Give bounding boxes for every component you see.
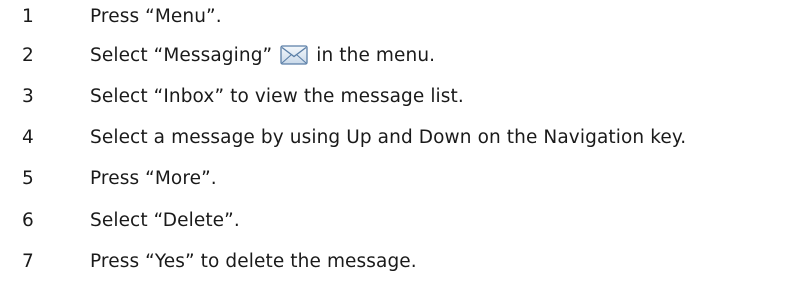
step-text: Press “Yes” to delete the message. (90, 250, 417, 272)
step-text: Select a message by using Up and Down on… (90, 126, 687, 148)
step-4: 4 Select a message by using Up and Down … (0, 122, 794, 152)
step-number: 2 (22, 44, 34, 66)
step-number: 7 (22, 250, 34, 272)
step-text-before: Select “Messaging” (90, 44, 273, 66)
step-3: 3 Select “Inbox” to view the message lis… (0, 81, 794, 111)
step-number: 6 (22, 209, 34, 231)
step-text: Select “Messaging” in the menu. (90, 45, 435, 66)
step-text: Press “More”. (90, 167, 217, 189)
step-7: 7 Press “Yes” to delete the message. (0, 246, 794, 276)
step-2: 2 Select “Messaging” in the menu. (0, 40, 794, 70)
step-text: Select “Inbox” to view the message list. (90, 85, 464, 107)
step-text: Press “Menu”. (90, 5, 222, 27)
step-number: 3 (22, 85, 34, 107)
step-6: 6 Select “Delete”. (0, 205, 794, 235)
step-number: 1 (22, 5, 34, 27)
step-1: 1 Press “Menu”. (0, 1, 794, 31)
step-number: 4 (22, 126, 34, 148)
step-text: Select “Delete”. (90, 209, 240, 231)
step-list: 1 Press “Menu”. 2 Select “Messaging” in … (0, 0, 794, 288)
step-text-after: in the menu. (316, 44, 436, 66)
step-number: 5 (22, 167, 34, 189)
step-5: 5 Press “More”. (0, 163, 794, 193)
envelope-icon (280, 45, 308, 65)
